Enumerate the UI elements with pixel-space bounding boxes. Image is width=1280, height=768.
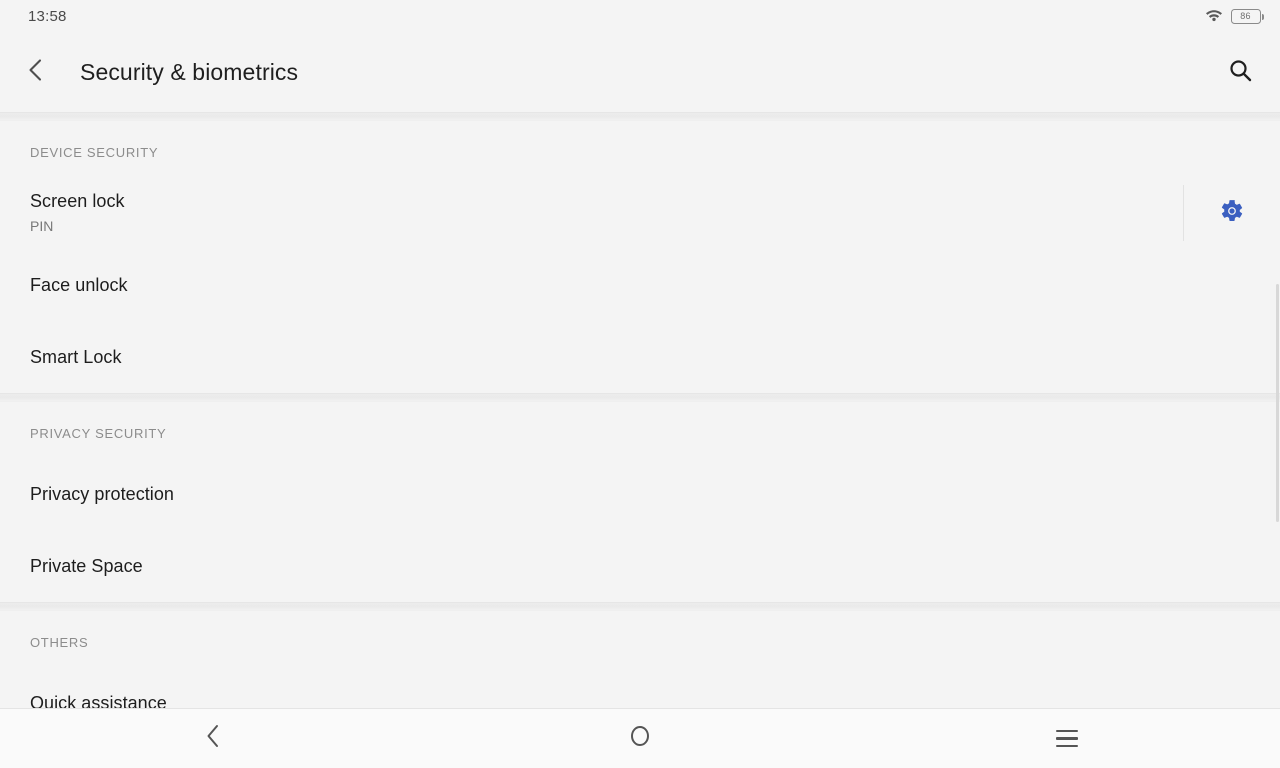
- list-item-subtitle: PIN: [30, 217, 54, 234]
- system-navigation-bar: [0, 708, 1280, 768]
- battery-level-label: 86: [1240, 11, 1251, 21]
- section-header-privacy-security: PRIVACY SECURITY: [30, 426, 167, 441]
- section-header-device-security: DEVICE SECURITY: [30, 145, 159, 160]
- status-bar-icons: 86: [1204, 7, 1264, 27]
- list-item-quick-assistance[interactable]: Quick assistance: [0, 667, 1280, 708]
- settings-list[interactable]: DEVICE SECURITY Screen lock PIN Face unl…: [0, 112, 1280, 708]
- list-item-title: Smart Lock: [30, 346, 122, 367]
- list-item-screen-lock[interactable]: Screen lock PIN: [0, 177, 1280, 249]
- section-divider: [0, 602, 1280, 611]
- nav-recents-button[interactable]: [853, 709, 1280, 768]
- status-bar: 13:58 86: [0, 0, 1280, 33]
- page-title: Security & biometrics: [80, 59, 299, 85]
- list-item-title: Private Space: [30, 555, 143, 576]
- scrollbar[interactable]: [1276, 112, 1280, 708]
- screen-lock-settings-button[interactable]: [1184, 177, 1280, 249]
- list-item-smart-lock[interactable]: Smart Lock: [0, 321, 1280, 393]
- section-divider: [0, 393, 1280, 402]
- status-bar-clock: 13:58: [28, 8, 67, 25]
- phone-screen: 13:58 86 Security & biometrics DEVICE SE…: [0, 0, 1280, 768]
- scrollbar-thumb[interactable]: [1276, 284, 1279, 522]
- nav-home-button[interactable]: [427, 709, 854, 768]
- nav-back-icon: [202, 723, 224, 754]
- section-header-others: OTHERS: [30, 635, 89, 650]
- chevron-left-icon: [23, 57, 49, 88]
- search-icon: [1228, 58, 1253, 88]
- list-item-privacy-protection[interactable]: Privacy protection: [0, 458, 1280, 530]
- list-item-title: Screen lock: [30, 191, 125, 212]
- nav-back-button[interactable]: [0, 709, 427, 768]
- section-divider: [0, 112, 1280, 121]
- list-item-face-unlock[interactable]: Face unlock: [0, 249, 1280, 321]
- nav-recents-icon: [1055, 729, 1078, 748]
- app-bar: Security & biometrics: [0, 33, 1280, 112]
- list-item-title: Privacy protection: [30, 483, 174, 504]
- nav-home-icon: [628, 723, 652, 754]
- list-item-private-space[interactable]: Private Space: [0, 530, 1280, 602]
- list-item-title: Quick assistance: [30, 692, 167, 708]
- search-button[interactable]: [1216, 49, 1264, 97]
- wifi-icon: [1204, 7, 1224, 27]
- gear-icon: [1219, 198, 1245, 229]
- back-button[interactable]: [12, 49, 60, 97]
- list-item-title: Face unlock: [30, 274, 128, 295]
- battery-icon: 86: [1230, 9, 1264, 24]
